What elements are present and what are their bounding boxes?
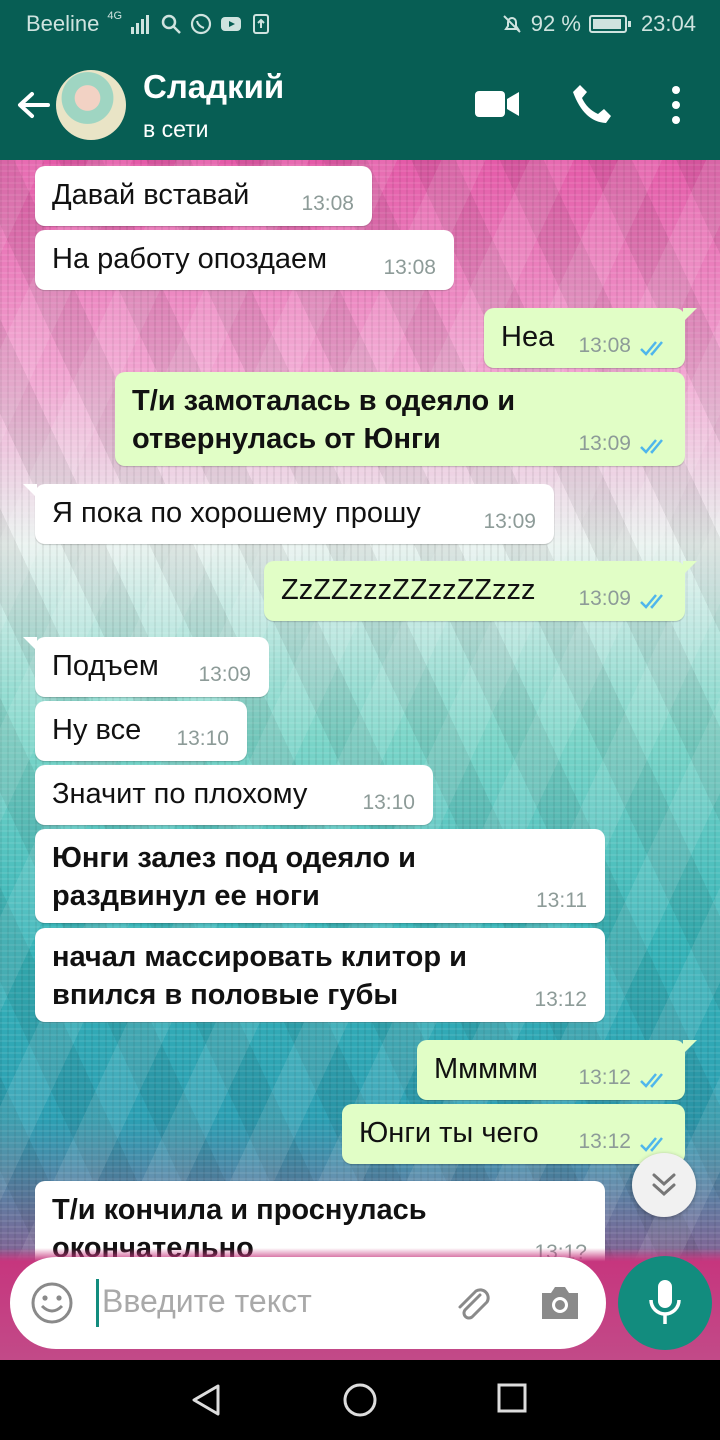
message-time: 13:08 <box>301 192 354 215</box>
message-text: Давай вставай <box>52 179 250 211</box>
carrier-label: Beeline <box>26 11 100 36</box>
message-line: впился в половые губы <box>52 979 399 1011</box>
message-incoming[interactable]: Я пока по хорошему прошу 13:09 <box>23 484 554 544</box>
search-icon <box>161 14 181 34</box>
upload-icon <box>253 14 270 34</box>
more-vertical-icon[interactable] <box>662 84 690 126</box>
message-text: Ммммм <box>434 1053 538 1085</box>
message-time: 13:12 <box>578 1066 631 1089</box>
double-check-icon <box>640 1073 663 1088</box>
message-time: 13:11 <box>536 889 587 912</box>
double-check-icon <box>640 594 663 609</box>
message-composer: Введите текст <box>10 1257 606 1349</box>
message-time: 13:12 <box>578 1130 631 1153</box>
battery-fill <box>592 19 621 29</box>
message-text: На работу опоздаем <box>52 243 328 275</box>
microphone-icon <box>649 1280 681 1324</box>
message-line: раздвинул ее ноги <box>52 880 320 912</box>
message-line: Юнги залез под одеяло и <box>52 842 416 874</box>
double-check-icon <box>640 341 663 356</box>
message-incoming[interactable]: начал массировать клитор и впился в поло… <box>35 928 605 1022</box>
status-bar: Beeline 4G 92 % 23:04 <box>0 0 720 48</box>
clock: 23:04 <box>640 11 696 36</box>
contact-name[interactable]: Сладкий <box>143 68 284 106</box>
video-camera-icon[interactable] <box>474 88 520 120</box>
message-time: 13:09 <box>578 432 631 455</box>
home-nav-icon[interactable] <box>342 1382 378 1418</box>
smiley-icon[interactable] <box>30 1281 74 1325</box>
message-outgoing[interactable]: Неа 13:08 <box>484 308 697 368</box>
message-text: Т/и замоталась в одеяло и отвернулась от… <box>132 382 515 458</box>
microphone-button[interactable] <box>618 1256 712 1350</box>
double-chevron-down-icon <box>652 1173 676 1197</box>
message-time: 13:08 <box>383 256 436 279</box>
phone-icon[interactable] <box>570 82 614 126</box>
double-check-icon <box>640 1137 663 1152</box>
battery-icon <box>588 15 631 33</box>
whatsapp-icon <box>190 13 212 35</box>
message-input[interactable]: Введите текст <box>102 1283 312 1320</box>
back-nav-icon[interactable] <box>188 1382 224 1418</box>
message-incoming[interactable]: На работу опоздаем 13:08 <box>35 230 454 290</box>
network-type: 4G <box>107 10 123 22</box>
youtube-icon <box>221 17 242 31</box>
message-text: Неа <box>501 321 555 353</box>
text-caret <box>96 1279 99 1327</box>
arrow-left-icon[interactable] <box>14 86 52 124</box>
message-text: Значит по плохому <box>52 778 308 810</box>
message-time: 13:12 <box>534 988 587 1011</box>
message-text: Я пока по хорошему прошу <box>52 497 421 529</box>
bell-off-icon <box>503 15 521 33</box>
message-outgoing[interactable]: Т/и замоталась в одеяло и отвернулась от… <box>115 372 685 466</box>
message-incoming[interactable]: Давай вставай 13:08 <box>35 166 372 226</box>
message-incoming[interactable]: Значит по плохому 13:10 <box>35 765 433 825</box>
battery-percent: 92 % <box>530 11 581 36</box>
message-text: Подъем <box>52 650 159 682</box>
message-line: отвернулась от Юнги <box>132 423 441 455</box>
double-check-icon <box>640 439 663 454</box>
message-incoming[interactable]: Подъем 13:09 <box>23 637 269 697</box>
chat-header: Сладкий в сети <box>0 48 720 160</box>
message-text: начал массировать клитор и впился в поло… <box>52 938 467 1014</box>
message-list[interactable]: Давай вставай 13:08 На работу опоздаем 1… <box>0 160 720 1360</box>
message-time: 13:09 <box>198 663 251 686</box>
message-time: 13:10 <box>176 727 229 750</box>
scroll-down-button[interactable] <box>632 1153 696 1217</box>
message-outgoing[interactable]: ZzZZzzzZZzzZZzzz 13:09 <box>264 561 697 621</box>
camera-icon[interactable] <box>538 1283 582 1323</box>
message-outgoing[interactable]: Ммммм 13:12 <box>417 1040 697 1100</box>
message-line: Т/и замоталась в одеяло и <box>132 385 516 417</box>
paperclip-icon[interactable] <box>450 1281 494 1325</box>
system-navigation-bar <box>0 1360 720 1440</box>
avatar[interactable] <box>56 70 126 140</box>
message-time: 13:08 <box>578 334 631 357</box>
contact-status: в сети <box>143 116 209 142</box>
message-outgoing[interactable]: Юнги ты чего 13:12 <box>342 1104 685 1164</box>
message-text: ZzZZzzzZZzzZZzzz <box>281 574 536 606</box>
message-time: 13:09 <box>578 587 631 610</box>
recents-nav-icon[interactable] <box>496 1382 528 1414</box>
message-text: Ну все <box>52 714 142 746</box>
message-time: 13:10 <box>362 791 415 814</box>
message-incoming[interactable]: Юнги залез под одеяло и раздвинул ее ног… <box>35 829 605 923</box>
message-line: начал массировать клитор и <box>52 941 467 973</box>
message-time: 13:09 <box>483 510 536 533</box>
signal-icon <box>131 15 150 34</box>
message-line: Т/и кончила и проснулась <box>52 1194 427 1226</box>
message-text: Юнги ты чего <box>359 1117 539 1149</box>
message-text: Юнги залез под одеяло и раздвинул ее ног… <box>52 839 416 915</box>
message-incoming[interactable]: Ну все 13:10 <box>35 701 247 761</box>
